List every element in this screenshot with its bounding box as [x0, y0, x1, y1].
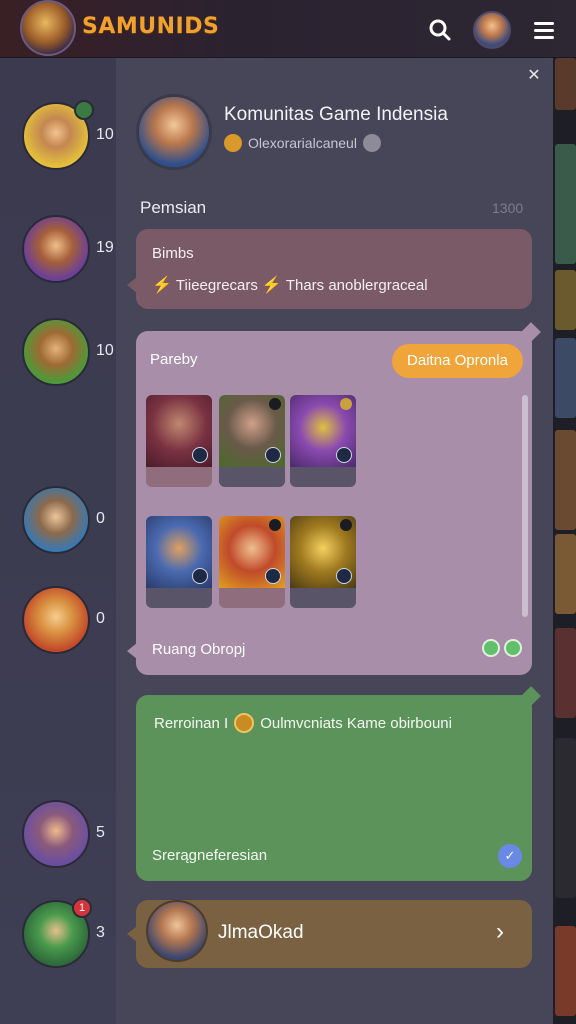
- sidebar-item-2[interactable]: 19: [22, 215, 116, 287]
- sidebar-item-count: 0: [96, 610, 105, 627]
- rank-icon: [340, 398, 352, 410]
- page-subtitle: Olexorarialcaneul: [224, 134, 381, 152]
- sidebar-item-6[interactable]: 5: [22, 800, 116, 872]
- action-pill-button[interactable]: Daitna Opronla: [392, 344, 523, 378]
- status-icon: [362, 134, 381, 152]
- sidebar-item-count: 5: [96, 824, 105, 841]
- avatar: [22, 486, 90, 554]
- app-logo-icon: [20, 0, 76, 56]
- scrollbar[interactable]: [522, 395, 528, 617]
- sidebar-item-5[interactable]: 0: [22, 586, 116, 658]
- sidebar-item-4[interactable]: 0: [22, 486, 116, 558]
- rank-icon: [269, 398, 281, 410]
- role-icon: [192, 568, 208, 584]
- message-card[interactable]: Rerroinan I Oulmvcniats Kame obirbouni S…: [136, 686, 541, 881]
- search-button[interactable]: [420, 10, 460, 50]
- badge-icon: [74, 100, 94, 120]
- card-title: Rerroinan I Oulmvcniats Kame obirbouni: [154, 713, 452, 733]
- sidebar-item-count: 0: [96, 510, 105, 527]
- card-footer: Ruang Obropj: [152, 641, 246, 658]
- smiley-icon: [504, 639, 522, 657]
- menu-button[interactable]: [524, 10, 564, 50]
- role-icon: [192, 447, 208, 463]
- sidebar-item-3[interactable]: 10: [22, 318, 116, 390]
- coin-icon: [224, 134, 242, 152]
- section-label: Pemsian: [140, 198, 207, 217]
- hero-tile[interactable]: [146, 395, 212, 487]
- card-footer: Srerągneferesian: [152, 847, 268, 864]
- close-button[interactable]: ✕: [522, 64, 546, 88]
- role-icon: [265, 447, 281, 463]
- chevron-right-icon: ›: [496, 918, 504, 945]
- check-icon: ✓: [498, 844, 522, 868]
- avatar: [22, 586, 90, 654]
- avatar: [22, 215, 90, 283]
- card-text-a: Tiieegrecars: [175, 276, 258, 294]
- hero-tile[interactable]: [219, 516, 285, 608]
- page-title: Komunitas Game Indensia: [224, 104, 448, 125]
- hamburger-icon: [534, 18, 554, 43]
- sidebar-item-count: 10: [96, 342, 114, 359]
- role-icon: [336, 568, 352, 584]
- card-title-a: Rerroinan I: [154, 714, 229, 732]
- card-title: Pareby: [150, 351, 198, 368]
- user-row[interactable]: JlmaOkad ›: [127, 900, 532, 968]
- card-title-b: Oulmvcniats Kame obirbouni: [260, 714, 452, 732]
- community-panel: ✕ Komunitas Game Indensia Olexorarialcan…: [116, 58, 553, 1024]
- close-icon: ✕: [527, 67, 541, 84]
- card-title: Bimbs: [152, 245, 194, 262]
- rank-icon: [269, 519, 281, 531]
- avatar: [473, 11, 511, 49]
- card-text: ⚡ Tiieegrecars ⚡ Thars anoblergraceal: [152, 275, 428, 295]
- hero-tile[interactable]: [290, 395, 356, 487]
- avatar: [22, 800, 90, 868]
- spark-icon: ⚡: [152, 277, 172, 294]
- avatar: [146, 900, 208, 962]
- subtitle-text: Olexorarialcaneul: [248, 135, 357, 151]
- background-art-strip: [553, 58, 576, 1024]
- role-icon: [336, 447, 352, 463]
- user-name: JlmaOkad: [218, 922, 304, 943]
- medal-icon: [234, 713, 255, 733]
- card-text-b: Thars anoblergraceal: [285, 276, 428, 294]
- app-title: SAMUNIDS: [82, 14, 220, 39]
- notification-badge: 1: [72, 898, 92, 918]
- hero-tile[interactable]: [219, 395, 285, 487]
- rank-icon: [340, 519, 352, 531]
- profile-button[interactable]: [472, 10, 512, 50]
- sidebar-item-1[interactable]: 10: [22, 100, 116, 174]
- hero-grid-card: Pareby Daitna Opronla Ruang Obropj: [127, 322, 541, 675]
- search-icon: [429, 19, 451, 41]
- avatar: [22, 318, 90, 386]
- section-count: 1300: [492, 200, 524, 216]
- avatar: [136, 94, 212, 170]
- sidebar-item-count: 10: [96, 126, 114, 143]
- hero-tile[interactable]: [146, 516, 212, 608]
- sidebar-item-count: 3: [96, 924, 105, 941]
- top-bar: SAMUNIDS: [0, 0, 576, 58]
- spark-icon: ⚡: [261, 277, 282, 294]
- sidebar-item-7[interactable]: 1 3: [22, 898, 116, 972]
- sidebar-item-count: 19: [96, 239, 114, 256]
- message-card[interactable]: Bimbs ⚡ Tiieegrecars ⚡ Thars anoblergrac…: [127, 229, 532, 309]
- hero-tile[interactable]: [290, 516, 356, 608]
- smiley-icon: [482, 639, 500, 657]
- role-icon: [265, 568, 281, 584]
- sidebar: 10 19 10 0 0 5 1 3: [0, 58, 116, 1024]
